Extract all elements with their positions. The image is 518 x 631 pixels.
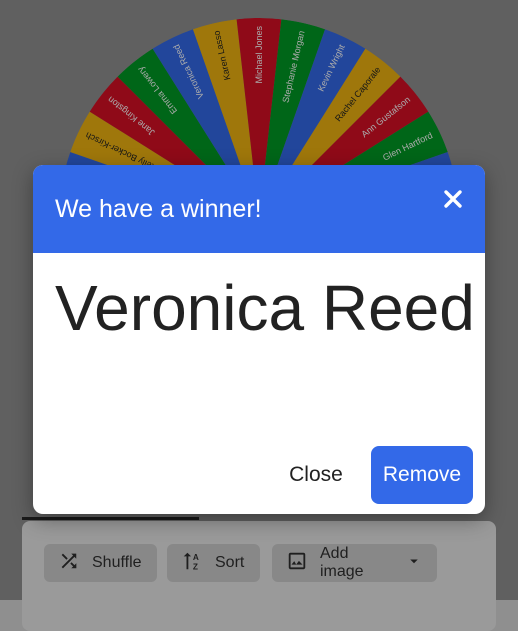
chevron-down-icon [405,552,423,575]
wheel-entry-label: Michael Jones [254,26,264,84]
add-image-label: Add image [320,545,364,580]
dialog-header: We have a winner! [33,165,485,253]
winner-name: Veronica Reed [55,272,475,344]
winner-dialog: We have a winner! Veronica Reed Close Re… [33,165,485,514]
sort-button[interactable]: AZ Sort [167,544,260,582]
image-icon [286,550,308,577]
remove-button[interactable]: Remove [371,446,473,504]
shuffle-button[interactable]: Shuffle [44,544,157,582]
active-tab-indicator [22,517,199,520]
shuffle-label: Shuffle [92,554,142,571]
sort-icon: AZ [181,550,203,577]
add-image-button[interactable]: Add image [272,544,437,582]
sort-label: Sort [215,554,245,571]
svg-text:Z: Z [193,562,198,571]
close-icon[interactable] [441,187,465,211]
dialog-title: We have a winner! [55,195,262,223]
shuffle-icon [58,550,80,577]
close-button[interactable]: Close [275,449,357,501]
svg-text:A: A [193,553,199,562]
